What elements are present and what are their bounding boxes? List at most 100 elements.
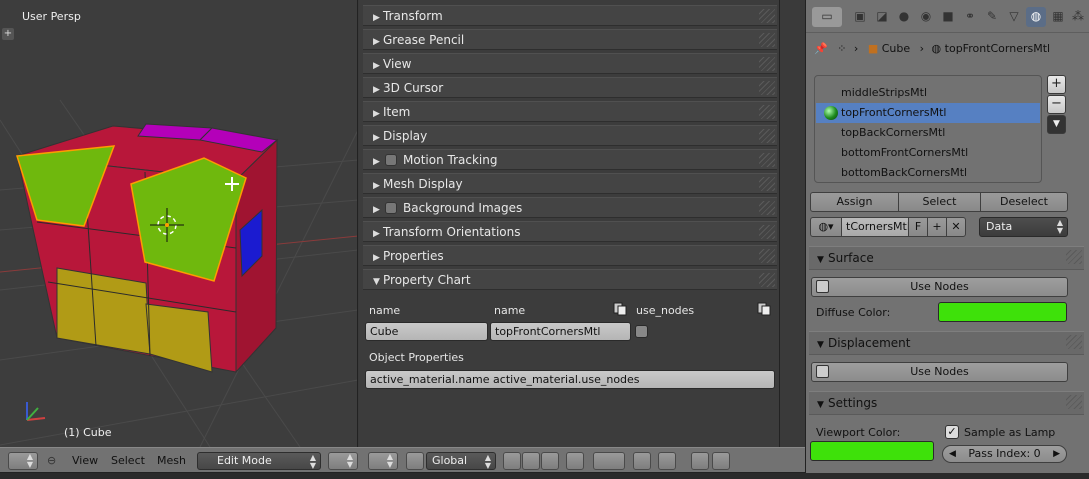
orientation-select[interactable]: Global ▲ ▼ bbox=[426, 452, 496, 470]
vertex-select-icon[interactable] bbox=[503, 452, 521, 470]
drag-grip-icon[interactable] bbox=[759, 105, 775, 119]
panel-property-chart[interactable]: ▼ Property Chart bbox=[363, 269, 777, 290]
background-images-checkbox[interactable] bbox=[385, 202, 397, 214]
displacement-use-nodes-button[interactable]: Use Nodes bbox=[811, 362, 1068, 382]
drag-grip-icon[interactable] bbox=[759, 201, 775, 215]
particles-icon[interactable]: ⁂ bbox=[1070, 7, 1086, 27]
material-slot-list[interactable]: middleStripsMtl topFrontCornersMtl topBa… bbox=[814, 75, 1042, 183]
pass-index-field[interactable]: ◀ Pass Index: 0 ▶ bbox=[942, 445, 1067, 463]
drag-grip-icon[interactable] bbox=[759, 177, 775, 191]
edge-select-icon[interactable] bbox=[522, 452, 540, 470]
panel-transform-orientations[interactable]: ▶ Transform Orientations bbox=[363, 221, 777, 242]
object-icon[interactable]: ■ bbox=[938, 7, 958, 27]
panel-transform[interactable]: ▶ Transform bbox=[363, 5, 777, 26]
surface-use-nodes-button[interactable]: Use Nodes bbox=[811, 277, 1068, 297]
diffuse-color-swatch[interactable] bbox=[938, 302, 1067, 322]
minus-icon[interactable]: ⊖ bbox=[47, 452, 56, 470]
add-slot-button[interactable]: + bbox=[1047, 75, 1066, 94]
snap-target-icon[interactable] bbox=[658, 452, 676, 470]
viewport-scene[interactable] bbox=[0, 0, 358, 447]
chart-object-name-field[interactable]: Cube bbox=[365, 322, 488, 341]
editor-type-icon[interactable]: ▭ bbox=[812, 7, 842, 27]
mode-select[interactable]: Edit Mode ▲ ▼ bbox=[197, 452, 321, 470]
list-item[interactable]: middleStripsMtl bbox=[816, 83, 1040, 103]
link-select[interactable]: Data ▲ ▼ bbox=[979, 217, 1068, 237]
unlink-close-icon[interactable]: ✕ bbox=[946, 217, 966, 237]
panel-surface[interactable]: ▼ Surface bbox=[809, 246, 1084, 270]
list-item[interactable]: topFrontCornersMtl bbox=[816, 103, 1040, 123]
viewport-header[interactable]: ▲ ▼ ⊖ View Select Mesh Edit Mode ▲ ▼ ▲ ▼ ▲ ▼ … bbox=[0, 447, 805, 473]
remove-slot-button[interactable]: − bbox=[1047, 95, 1066, 114]
face-select-icon[interactable] bbox=[541, 452, 559, 470]
world-icon[interactable]: ◉ bbox=[916, 7, 936, 27]
manipulator-icon[interactable] bbox=[406, 452, 424, 470]
mesh-data-icon[interactable]: ▽ bbox=[1004, 7, 1024, 27]
3d-viewport[interactable]: User Persp + (1) Cube bbox=[0, 0, 358, 447]
texture-icon[interactable]: ▦ bbox=[1048, 7, 1068, 27]
pin-icon[interactable]: 📌 bbox=[814, 42, 828, 55]
menu-select[interactable]: Select bbox=[111, 452, 145, 470]
drag-grip-icon[interactable] bbox=[1066, 250, 1082, 264]
panel-background-images[interactable]: ▶ Background Images bbox=[363, 197, 777, 218]
constraints-icon[interactable]: ⚭ bbox=[960, 7, 980, 27]
drag-grip-icon[interactable] bbox=[759, 249, 775, 263]
assign-button[interactable]: Assign bbox=[810, 192, 899, 212]
slot-menu-button[interactable]: ▼ bbox=[1047, 115, 1066, 134]
drag-grip-icon[interactable] bbox=[759, 57, 775, 71]
drag-grip-icon[interactable] bbox=[759, 225, 775, 239]
chevron-left-icon[interactable]: ◀ bbox=[949, 446, 956, 462]
modifier-wrench-icon[interactable]: ✎ bbox=[982, 7, 1002, 27]
select-button[interactable]: Select bbox=[898, 192, 981, 212]
panel-grease-pencil[interactable]: ▶ Grease Pencil bbox=[363, 29, 777, 50]
material-name-field[interactable]: tCornersMtl bbox=[841, 217, 910, 237]
use-nodes-checkbox[interactable] bbox=[635, 325, 648, 338]
panel-displacement[interactable]: ▼ Displacement bbox=[809, 331, 1084, 355]
drag-grip-icon[interactable] bbox=[759, 9, 775, 23]
copy-icon[interactable] bbox=[757, 302, 771, 316]
panel-settings[interactable]: ▼ Settings bbox=[809, 391, 1084, 415]
list-item[interactable]: bottomBackCornersMtl bbox=[816, 163, 1040, 183]
n-panel[interactable]: ▶ Transform ▶ Grease Pencil ▶ View ▶ 3D Curs… bbox=[359, 0, 780, 447]
drag-grip-icon[interactable] bbox=[1066, 335, 1082, 349]
motion-tracking-checkbox[interactable] bbox=[385, 154, 397, 166]
chevron-right-icon[interactable]: ▶ bbox=[1053, 446, 1060, 462]
plus-icon[interactable]: + bbox=[2, 28, 14, 40]
render-camera-icon[interactable]: ▣ bbox=[850, 7, 870, 27]
scene-icon[interactable]: ● bbox=[894, 7, 914, 27]
deselect-button[interactable]: Deselect bbox=[980, 192, 1068, 212]
menu-view[interactable]: View bbox=[72, 452, 98, 470]
panel-item[interactable]: ▶ Item bbox=[363, 101, 777, 122]
panel-mesh-display[interactable]: ▶ Mesh Display bbox=[363, 173, 777, 194]
editor-type-icon[interactable]: ▲ ▼ bbox=[8, 452, 38, 470]
material-icon[interactable]: ◍ bbox=[1026, 7, 1046, 27]
panel-properties[interactable]: ▶ Properties bbox=[363, 245, 777, 266]
drag-grip-icon[interactable] bbox=[1066, 395, 1082, 409]
drag-grip-icon[interactable] bbox=[759, 33, 775, 47]
proportional-edit-icon[interactable] bbox=[593, 452, 625, 470]
limit-selection-icon[interactable] bbox=[566, 452, 584, 470]
drag-grip-icon[interactable] bbox=[759, 153, 775, 167]
new-material-icon[interactable]: + bbox=[927, 217, 947, 237]
panel-3d-cursor[interactable]: ▶ 3D Cursor bbox=[363, 77, 777, 98]
render-layers-icon[interactable]: ◪ bbox=[872, 7, 892, 27]
menu-mesh[interactable]: Mesh bbox=[157, 452, 186, 470]
panel-display[interactable]: ▶ Display bbox=[363, 125, 777, 146]
viewport-shading-icon[interactable]: ▲ ▼ bbox=[328, 452, 358, 470]
fake-user-button[interactable]: F bbox=[908, 217, 928, 237]
list-item[interactable]: topBackCornersMtl bbox=[816, 123, 1040, 143]
object-properties-field[interactable]: active_material.name active_material.use… bbox=[365, 370, 775, 389]
browse-material-icon[interactable]: ◍▾ bbox=[810, 217, 842, 237]
viewport-color-swatch[interactable] bbox=[810, 441, 934, 461]
render-icon[interactable] bbox=[691, 452, 709, 470]
panel-view[interactable]: ▶ View bbox=[363, 53, 777, 74]
chart-material-name-field[interactable]: topFrontCornersMtl bbox=[490, 322, 631, 341]
magnet-icon[interactable] bbox=[633, 452, 651, 470]
panel-motion-tracking[interactable]: ▶ Motion Tracking bbox=[363, 149, 777, 170]
sample-as-lamp-checkbox[interactable]: ✓ bbox=[945, 425, 959, 439]
list-item[interactable]: bottomFrontCornersMtl bbox=[816, 143, 1040, 163]
pivot-point-icon[interactable]: ▲ ▼ bbox=[368, 452, 398, 470]
properties-editor[interactable]: ▭ ▣ ◪ ● ◉ ■ ⚭ ✎ ▽ ◍ ▦ ⁂ 📌 ⁘ › ■ Cube › ◍… bbox=[805, 0, 1089, 473]
drag-grip-icon[interactable] bbox=[759, 273, 775, 287]
copy-icon[interactable] bbox=[613, 302, 627, 316]
clapperboard-icon[interactable] bbox=[712, 452, 730, 470]
